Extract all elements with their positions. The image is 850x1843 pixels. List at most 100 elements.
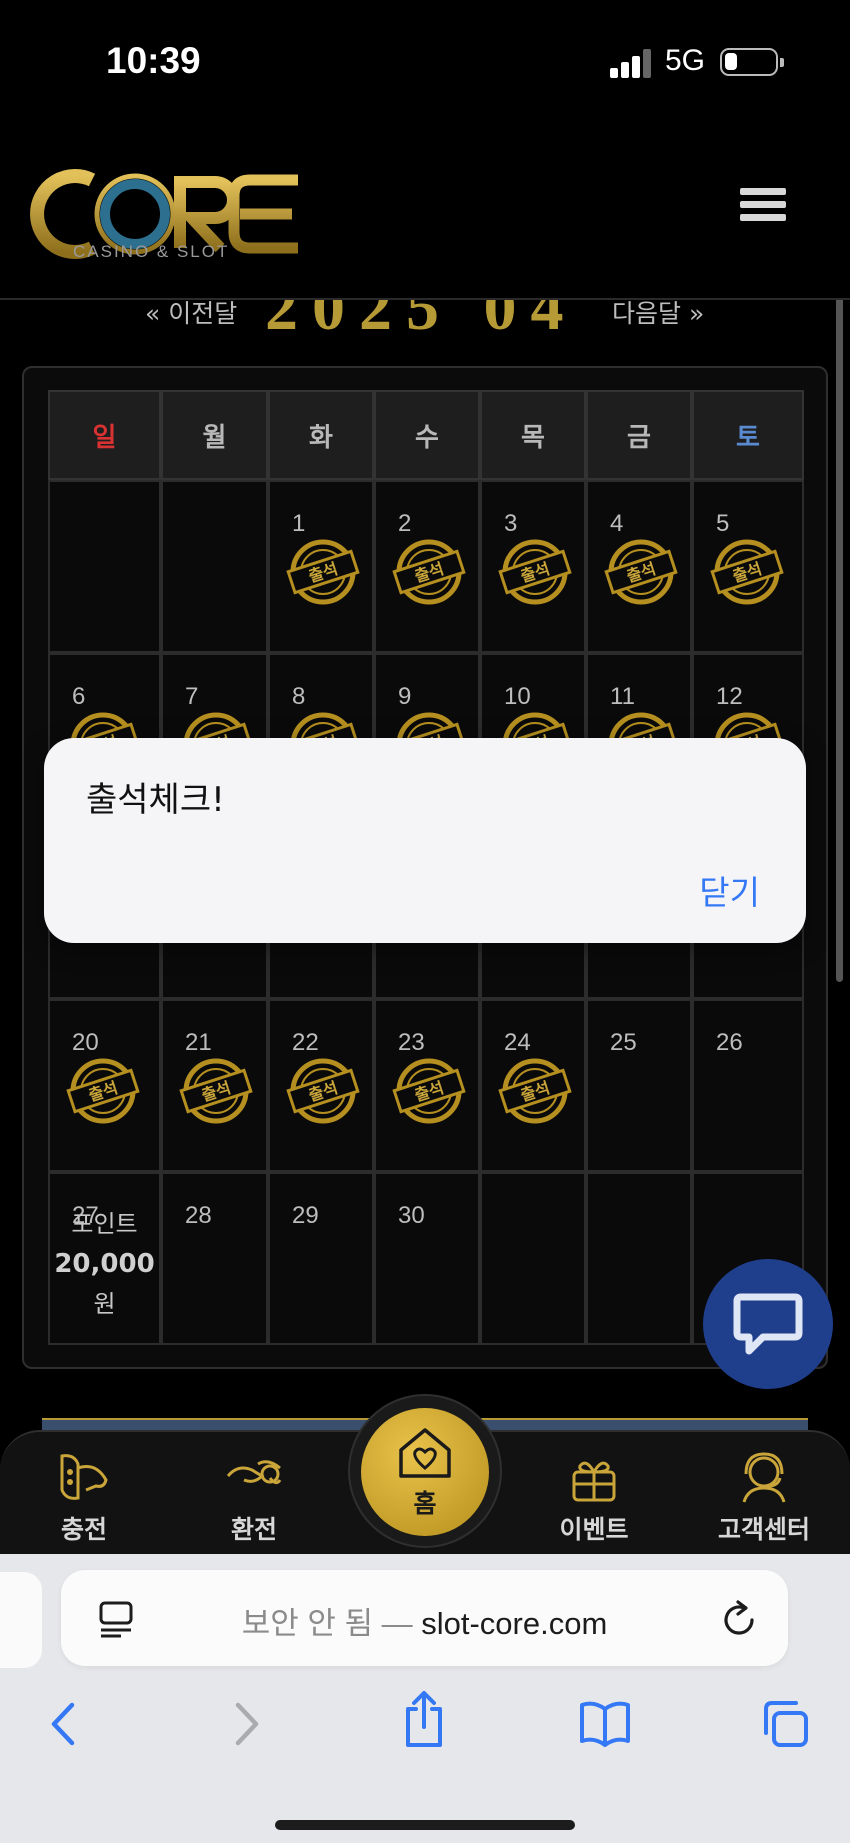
gift-icon xyxy=(572,1461,616,1502)
day-number: 7 xyxy=(185,683,199,710)
calendar-day-cell: 22 출석 xyxy=(268,999,374,1172)
back-icon[interactable] xyxy=(46,1699,80,1749)
exchange-icon xyxy=(226,1460,282,1485)
day-number: 6 xyxy=(72,683,86,710)
day-number: 28 xyxy=(185,1202,212,1229)
weekday-tue: 화 xyxy=(268,390,374,480)
calendar-day-cell: 1 출석 xyxy=(268,480,374,653)
address-bar[interactable]: 보안 안 됨 — slot-core.com xyxy=(61,1570,788,1666)
point-reward: 포인트 20,000 원 xyxy=(50,1204,159,1324)
day-number: 23 xyxy=(398,1029,425,1056)
calendar-day-cell: 27 포인트 20,000 원 xyxy=(48,1172,161,1345)
weekday-mon: 월 xyxy=(161,390,268,480)
nav-support[interactable]: 고객센터 xyxy=(694,1450,834,1546)
weekday-thu: 목 xyxy=(480,390,586,480)
day-number: 12 xyxy=(716,683,743,710)
calendar-day-cell: 23 출석 xyxy=(374,999,480,1172)
weekday-fri: 금 xyxy=(586,390,692,480)
attendance-stamp-icon: 출석 xyxy=(498,1058,572,1124)
calendar-week-row: 27 포인트 20,000 원 28 29 30 xyxy=(48,1172,804,1345)
attendance-stamp-icon: 출석 xyxy=(710,539,784,605)
nav-event-label: 이벤트 xyxy=(559,1515,629,1544)
day-number: 30 xyxy=(398,1202,425,1229)
day-number: 11 xyxy=(610,683,635,710)
day-number: 21 xyxy=(185,1029,212,1056)
alert-dialog: 출석체크! 닫기 xyxy=(44,738,806,943)
alert-close-button[interactable]: 닫기 xyxy=(699,866,760,914)
attendance-stamp-icon: 출석 xyxy=(604,539,678,605)
status-bar: 10:39 5G xyxy=(0,0,850,120)
hamburger-menu-icon[interactable] xyxy=(740,188,786,230)
home-indicator xyxy=(275,1820,575,1830)
browser-toolbar xyxy=(0,1689,850,1779)
day-number: 29 xyxy=(292,1202,319,1229)
day-number: 22 xyxy=(292,1029,319,1056)
calendar-day-cell xyxy=(480,1172,586,1345)
day-number: 8 xyxy=(292,683,306,710)
chat-bubble-icon xyxy=(733,1293,803,1355)
calendar-day-cell: 26 xyxy=(692,999,804,1172)
attendance-stamp-icon: 출석 xyxy=(179,1058,253,1124)
day-number: 9 xyxy=(398,683,412,710)
attendance-stamp-icon: 출석 xyxy=(498,539,572,605)
logo-tagline: CASINO & SLOT xyxy=(73,242,230,261)
calendar-week-row: 1 출석 2 출석 3 출석 4 출석 5 출석 xyxy=(48,480,804,653)
day-number: 10 xyxy=(504,683,531,710)
attendance-stamp-icon: 출석 xyxy=(286,539,360,605)
point-amount: 20,000 xyxy=(54,1249,155,1279)
day-number: 1 xyxy=(292,510,306,537)
page-scrollbar[interactable] xyxy=(836,292,843,982)
status-time: 10:39 xyxy=(106,40,201,81)
nav-home-label: 홈 xyxy=(413,1489,437,1518)
calendar-day-cell: 29 xyxy=(268,1172,374,1345)
calendar-day-cell: 4 출석 xyxy=(586,480,692,653)
calendar-day-cell: 28 xyxy=(161,1172,268,1345)
calendar-day-cell xyxy=(161,480,268,653)
calendar-day-cell: 24 출석 xyxy=(480,999,586,1172)
browser-chrome: 보안 안 됨 — slot-core.com xyxy=(0,1554,850,1843)
day-number: 20 xyxy=(72,1029,99,1056)
security-warning: 보안 안 됨 — xyxy=(241,1606,422,1641)
calendar-day-cell: 21 출석 xyxy=(161,999,268,1172)
support-agent-icon xyxy=(742,1452,786,1503)
weekday-sat: 토 xyxy=(692,390,804,480)
nav-charge[interactable]: 충전 xyxy=(14,1450,154,1546)
calendar-day-cell: 25 xyxy=(586,999,692,1172)
charge-icon xyxy=(60,1454,108,1500)
nav-charge-label: 충전 xyxy=(60,1515,107,1544)
weekday-sun: 일 xyxy=(48,390,161,480)
calendar-day-cell: 5 출석 xyxy=(692,480,804,653)
day-number: 25 xyxy=(610,1029,637,1056)
attendance-stamp-icon: 출석 xyxy=(392,539,466,605)
bookmarks-icon[interactable] xyxy=(578,1699,632,1747)
alert-message: 출석체크! xyxy=(86,780,225,820)
forward-icon[interactable] xyxy=(230,1699,264,1749)
calendar-day-cell xyxy=(48,480,161,653)
battery-icon xyxy=(720,48,784,76)
nav-support-label: 고객센터 xyxy=(717,1515,810,1544)
nav-home[interactable]: 홈 xyxy=(361,1408,489,1536)
calendar-day-cell: 30 xyxy=(374,1172,480,1345)
day-number: 5 xyxy=(716,510,730,537)
chat-button[interactable] xyxy=(703,1259,833,1389)
day-number: 24 xyxy=(504,1029,531,1056)
attendance-stamp-icon: 출석 xyxy=(66,1058,140,1124)
nav-event[interactable]: 이벤트 xyxy=(524,1450,664,1546)
site-domain: slot-core.com xyxy=(421,1606,608,1641)
attendance-stamp-icon: 출석 xyxy=(286,1058,360,1124)
nav-exchange[interactable]: 환전 xyxy=(184,1450,324,1546)
calendar-day-cell: 2 출석 xyxy=(374,480,480,653)
share-icon[interactable] xyxy=(400,1689,448,1749)
weekday-header: 일 월 화 수 목 금 토 xyxy=(48,390,804,480)
cellular-signal-icon xyxy=(610,48,654,78)
network-type: 5G xyxy=(665,44,706,77)
home-heart-icon xyxy=(399,1428,451,1478)
reload-icon[interactable] xyxy=(722,1598,758,1638)
attendance-stamp-icon: 출석 xyxy=(392,1058,466,1124)
day-number: 3 xyxy=(504,510,518,537)
day-number: 26 xyxy=(716,1029,743,1056)
tabs-icon[interactable] xyxy=(760,1699,810,1749)
previous-tab-peek[interactable] xyxy=(0,1572,42,1668)
day-number: 4 xyxy=(610,510,624,537)
address-text: 보안 안 됨 — slot-core.com xyxy=(61,1598,788,1643)
